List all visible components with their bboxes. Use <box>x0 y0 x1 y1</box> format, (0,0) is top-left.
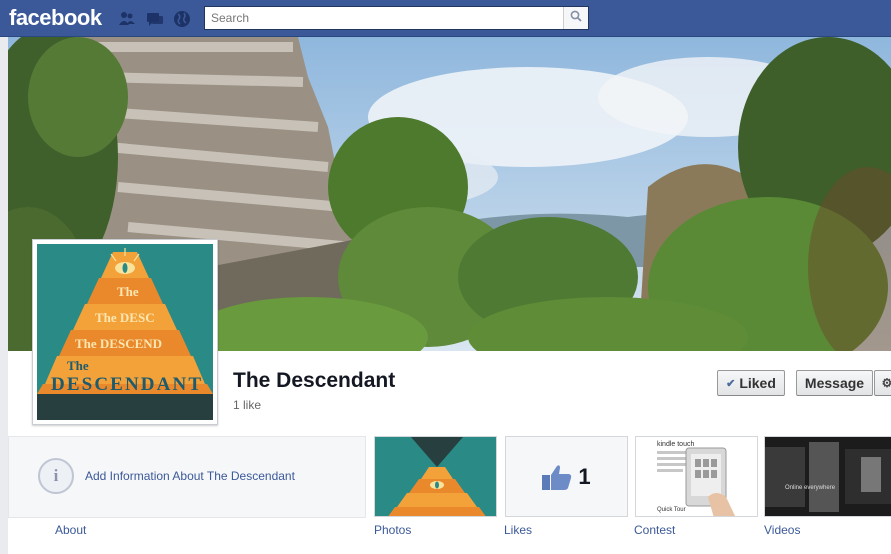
gear-icon: ⚙ <box>881 376 891 390</box>
info-icon: i <box>38 458 74 494</box>
search-box <box>204 6 589 30</box>
tab-about[interactable]: About <box>55 523 86 537</box>
friend-requests-icon[interactable] <box>118 10 136 28</box>
profile-picture[interactable]: The The DESC The DESCEND The DESCENDANT <box>32 239 218 425</box>
search-icon <box>570 9 582 27</box>
message-button-label: Message <box>804 375 865 391</box>
art-text-2: The DESC <box>95 310 155 325</box>
videos-app-thumbnail[interactable]: Online everywhere <box>764 436 891 517</box>
kindle-brand-text: kindle touch <box>657 441 694 448</box>
tab-likes[interactable]: Likes <box>504 523 532 537</box>
videos-thumb-caption: Online everywhere <box>785 485 836 491</box>
message-button[interactable]: Message <box>796 370 873 396</box>
quick-tour-text: Quick Tour <box>657 507 686 513</box>
thumbs-up-icon <box>542 464 572 490</box>
settings-gear-button[interactable]: ⚙ <box>874 370 891 396</box>
art-text-1: The <box>117 284 139 299</box>
liked-button[interactable]: ✔ Liked <box>717 370 785 396</box>
likes-count: 1 <box>578 463 591 489</box>
page-likes-count[interactable]: 1 like <box>233 398 261 412</box>
likes-app-thumbnail[interactable]: 1 <box>505 436 628 517</box>
search-button[interactable] <box>563 7 588 29</box>
art-text-4: The <box>67 358 89 373</box>
messages-icon[interactable] <box>146 10 164 28</box>
tab-photos[interactable]: Photos <box>374 523 411 537</box>
about-section[interactable]: i Add Information About The Descendant <box>8 436 366 518</box>
art-text-3: The DESCEND <box>75 336 162 351</box>
liked-button-label: Liked <box>739 375 776 391</box>
search-input[interactable] <box>205 7 563 29</box>
page-title[interactable]: The Descendant <box>233 369 395 393</box>
checkmark-icon: ✔ <box>726 377 736 390</box>
top-navigation-bar: facebook <box>0 0 891 37</box>
tab-videos[interactable]: Videos <box>764 523 800 537</box>
photos-app-thumbnail[interactable] <box>374 436 497 517</box>
contest-app-thumbnail[interactable]: kindle touch Quick Tour <box>635 436 758 517</box>
art-text-5: DESCENDANT <box>51 374 201 395</box>
add-information-link[interactable]: Add Information About The Descendant <box>85 469 295 483</box>
page-timeline: The The DESC The DESCEND The DESCENDANT … <box>8 37 891 554</box>
descendant-logo-art: The The DESC The DESCEND The DESCENDANT <box>37 244 213 420</box>
notifications-globe-icon[interactable] <box>173 10 191 28</box>
facebook-logo[interactable]: facebook <box>9 5 102 31</box>
tab-contest[interactable]: Contest <box>634 523 675 537</box>
